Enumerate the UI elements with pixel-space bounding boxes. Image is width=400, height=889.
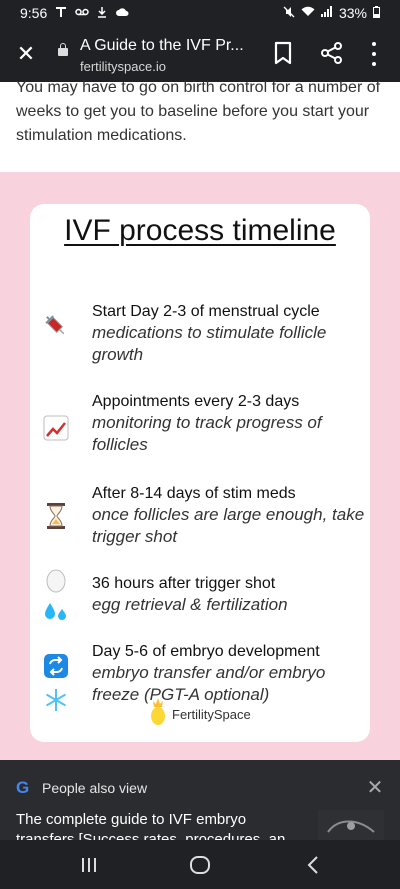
recents-icon[interactable] — [76, 852, 102, 878]
timeline-step: Day 5-6 of embryo development embryo tra… — [92, 642, 370, 706]
droplets-icon — [42, 598, 70, 626]
snowflake-icon — [42, 686, 70, 714]
syringe-icon — [42, 312, 70, 340]
timeline-step: Start Day 2-3 of menstrual cycle medicat… — [92, 302, 370, 366]
infographic-title: IVF process timeline — [64, 214, 336, 247]
step-description: monitoring to track progress of follicle… — [92, 413, 322, 454]
page-url[interactable]: fertilityspace.io — [80, 59, 166, 74]
step-heading: Appointments every 2-3 days — [92, 393, 300, 410]
pineapple-icon — [150, 698, 166, 731]
wifi-icon — [301, 6, 315, 20]
battery-icon — [373, 5, 380, 21]
step-description: egg retrieval & fertilization — [92, 595, 288, 614]
page-title: A Guide to the IVF Pr... — [80, 37, 244, 54]
infographic-card: IVF process timeline Start Day 2-3 of me… — [30, 204, 370, 742]
sheet-label: People also view — [42, 780, 148, 796]
timeline-step: After 8-14 days of stim meds once follic… — [92, 484, 370, 548]
article-paragraph: You may have to go on birth control for … — [16, 79, 381, 144]
close-icon[interactable]: ✕ — [12, 40, 40, 68]
chart-increasing-icon — [42, 414, 70, 442]
step-description: once follicles are large enough, take tr… — [92, 505, 365, 546]
clock: 9:56 — [20, 5, 48, 21]
timeline-step: Appointments every 2-3 days monitoring t… — [92, 392, 370, 456]
voicemail-icon — [75, 6, 89, 20]
related-article-link[interactable]: The complete guide to IVF embryo transfe… — [16, 810, 300, 840]
infographic-background: IVF process timeline Start Day 2-3 of me… — [0, 172, 400, 760]
step-heading: After 8-14 days of stim meds — [92, 485, 296, 502]
custom-tab-toolbar: ✕ A Guide to the IVF Pr... fertilityspac… — [0, 26, 400, 82]
google-icon: G — [16, 778, 30, 797]
signal-icon — [320, 6, 333, 20]
status-bar: 9:56 33% — [0, 0, 400, 26]
egg-icon — [42, 566, 70, 594]
t-mobile-icon — [55, 6, 67, 21]
back-icon[interactable] — [300, 852, 326, 878]
step-heading: 36 hours after trigger shot — [92, 575, 276, 592]
download-icon — [97, 6, 107, 21]
step-description: medications to stimulate follicle growth — [92, 323, 327, 364]
step-heading: Start Day 2-3 of menstrual cycle — [92, 303, 320, 320]
system-navigation-bar — [0, 840, 400, 889]
mute-icon — [283, 6, 295, 21]
more-options-icon[interactable] — [364, 42, 384, 66]
lock-icon — [58, 43, 68, 56]
share-icon[interactable] — [319, 40, 345, 66]
timeline-step: 36 hours after trigger shot egg retrieva… — [92, 574, 370, 616]
close-icon[interactable]: ✕ — [362, 774, 388, 800]
battery-level: 33% — [338, 5, 367, 21]
related-article-thumbnail[interactable] — [318, 810, 384, 840]
hourglass-icon — [42, 502, 70, 530]
repeat-icon — [42, 652, 70, 680]
cloud-icon — [115, 6, 129, 20]
fertilityspace-logo: FertilitySpace — [150, 698, 251, 731]
people-also-view-sheet[interactable]: G People also view ✕ The complete guide … — [0, 760, 400, 840]
step-heading: Day 5-6 of embryo development — [92, 643, 320, 660]
home-icon[interactable] — [187, 852, 213, 878]
logo-text: FertilitySpace — [172, 707, 251, 722]
bookmark-icon[interactable] — [271, 40, 295, 66]
